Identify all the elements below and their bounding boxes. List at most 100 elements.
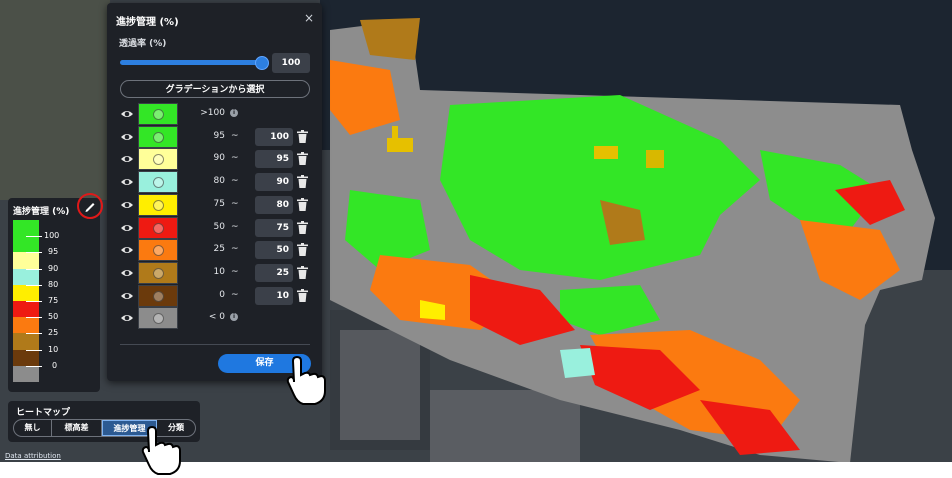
eye-icon[interactable] bbox=[120, 175, 134, 189]
trash-icon[interactable] bbox=[297, 220, 308, 234]
trash-icon[interactable] bbox=[297, 175, 308, 189]
color-swatch[interactable] bbox=[138, 284, 178, 307]
hand-cursor-icon bbox=[141, 425, 181, 475]
eye-icon[interactable] bbox=[120, 198, 134, 212]
color-swatch[interactable] bbox=[138, 307, 178, 330]
color-range-row: 25 ~50 bbox=[107, 239, 322, 262]
legend-tick bbox=[26, 349, 42, 351]
range-upper-input[interactable]: 25 bbox=[255, 263, 293, 282]
legend-color-band bbox=[13, 349, 39, 366]
edit-legend-button[interactable] bbox=[77, 193, 103, 219]
range-upper-input[interactable]: 75 bbox=[255, 218, 293, 237]
legend-color-band bbox=[13, 284, 39, 301]
range-lower-value: 0 bbox=[219, 289, 225, 300]
trash-icon[interactable] bbox=[297, 152, 308, 166]
color-picker-icon bbox=[153, 177, 164, 189]
heatmap-option-elevation-diff[interactable]: 標高差 bbox=[52, 420, 102, 436]
legend-label: 80 bbox=[48, 279, 59, 289]
color-picker-icon bbox=[153, 222, 164, 234]
eye-icon[interactable] bbox=[120, 221, 134, 235]
color-swatch[interactable] bbox=[138, 125, 178, 148]
trash-icon[interactable] bbox=[297, 265, 308, 279]
eye-icon[interactable] bbox=[120, 107, 134, 121]
color-picker-icon bbox=[153, 290, 164, 302]
eye-icon[interactable] bbox=[120, 311, 134, 325]
range-lower-value: 10 bbox=[213, 266, 225, 277]
trash-icon[interactable] bbox=[297, 197, 308, 211]
legend-label: 10 bbox=[48, 344, 59, 354]
color-range-row: 95 ~100 bbox=[107, 125, 322, 148]
opacity-slider-track[interactable] bbox=[120, 60, 262, 65]
color-swatch[interactable] bbox=[138, 103, 178, 125]
panel-title: 進捗管理 (%) bbox=[116, 17, 179, 28]
color-range-row: 90 ~95 bbox=[107, 148, 322, 171]
trash-icon[interactable] bbox=[297, 129, 308, 143]
legend-color-band bbox=[13, 301, 39, 318]
legend-tick bbox=[26, 333, 42, 335]
range-separator: ~ bbox=[231, 198, 239, 209]
range-separator: ~ bbox=[231, 221, 239, 232]
range-separator: ~ bbox=[231, 176, 239, 187]
range-lower-value: >100 bbox=[200, 108, 225, 118]
legend-color-band bbox=[13, 236, 39, 253]
legend-label: 50 bbox=[48, 312, 59, 322]
legend-tick bbox=[26, 301, 42, 302]
legend-tick bbox=[26, 252, 42, 254]
legend-color-band bbox=[13, 252, 39, 269]
color-range-row: 50 ~75 bbox=[107, 216, 322, 239]
color-range-row: 80 ~90 bbox=[107, 171, 322, 194]
close-icon[interactable]: × bbox=[304, 11, 314, 25]
color-swatch[interactable] bbox=[138, 171, 178, 194]
data-attribution-link[interactable]: Data attribution bbox=[5, 452, 61, 460]
color-swatch[interactable] bbox=[138, 261, 178, 284]
range-upper-input[interactable]: 95 bbox=[255, 150, 293, 169]
range-lower-value: 95 bbox=[213, 130, 225, 141]
range-separator: ~ bbox=[231, 130, 239, 141]
legend-card: 進捗管理 (%) 100 95 90 80 75 50 25 10 0 bbox=[8, 198, 100, 392]
trash-icon[interactable] bbox=[297, 288, 308, 302]
opacity-slider-thumb[interactable] bbox=[255, 56, 269, 70]
range-upper-input[interactable]: 90 bbox=[255, 173, 293, 192]
opacity-label: 透過率 (%) bbox=[119, 39, 167, 49]
color-swatch[interactable] bbox=[138, 148, 178, 171]
range-lower-value: 25 bbox=[213, 244, 225, 255]
opacity-value-input[interactable]: 100 bbox=[272, 53, 310, 73]
color-swatch[interactable] bbox=[138, 193, 178, 216]
eye-icon[interactable] bbox=[120, 130, 134, 144]
legend-label: 95 bbox=[48, 247, 59, 257]
pencil-icon bbox=[85, 203, 95, 212]
divider bbox=[120, 344, 310, 345]
eye-icon[interactable] bbox=[120, 152, 134, 166]
color-swatch[interactable] bbox=[138, 216, 178, 239]
legend-title: 進捗管理 (%) bbox=[13, 207, 70, 217]
range-lower-value: 50 bbox=[213, 221, 225, 232]
color-range-row: 10 ~25 bbox=[107, 261, 322, 284]
eye-icon[interactable] bbox=[120, 243, 134, 257]
eye-icon[interactable] bbox=[120, 289, 134, 303]
legend-tick bbox=[26, 365, 42, 367]
color-picker-icon bbox=[153, 313, 164, 325]
legend-color-band bbox=[13, 220, 39, 237]
color-picker-icon bbox=[153, 199, 164, 211]
legend-color-band bbox=[13, 317, 39, 334]
color-swatch[interactable] bbox=[138, 239, 178, 262]
color-picker-icon bbox=[153, 131, 164, 143]
color-picker-icon bbox=[153, 245, 164, 257]
heatmap-option-none[interactable]: 無し bbox=[14, 420, 52, 436]
select-from-gradient-button[interactable]: グラデーションから選択 bbox=[120, 80, 310, 98]
range-upper-input[interactable]: 50 bbox=[255, 241, 293, 260]
legend-tick bbox=[26, 236, 42, 238]
legend-color-band bbox=[13, 365, 39, 382]
range-upper-input[interactable]: 10 bbox=[255, 286, 293, 305]
range-separator: ~ bbox=[231, 153, 239, 164]
range-upper-input[interactable]: 80 bbox=[255, 195, 293, 214]
range-lower-value: 90 bbox=[213, 153, 225, 164]
trash-icon[interactable] bbox=[297, 243, 308, 257]
color-picker-icon bbox=[153, 267, 164, 279]
legend-tick bbox=[26, 317, 42, 319]
color-picker-icon bbox=[153, 109, 164, 120]
heatmap-title: ヒートマップ bbox=[16, 408, 71, 418]
range-upper-input[interactable]: 100 bbox=[255, 127, 293, 146]
eye-icon[interactable] bbox=[120, 266, 134, 280]
legend-label: 0 bbox=[52, 360, 58, 370]
